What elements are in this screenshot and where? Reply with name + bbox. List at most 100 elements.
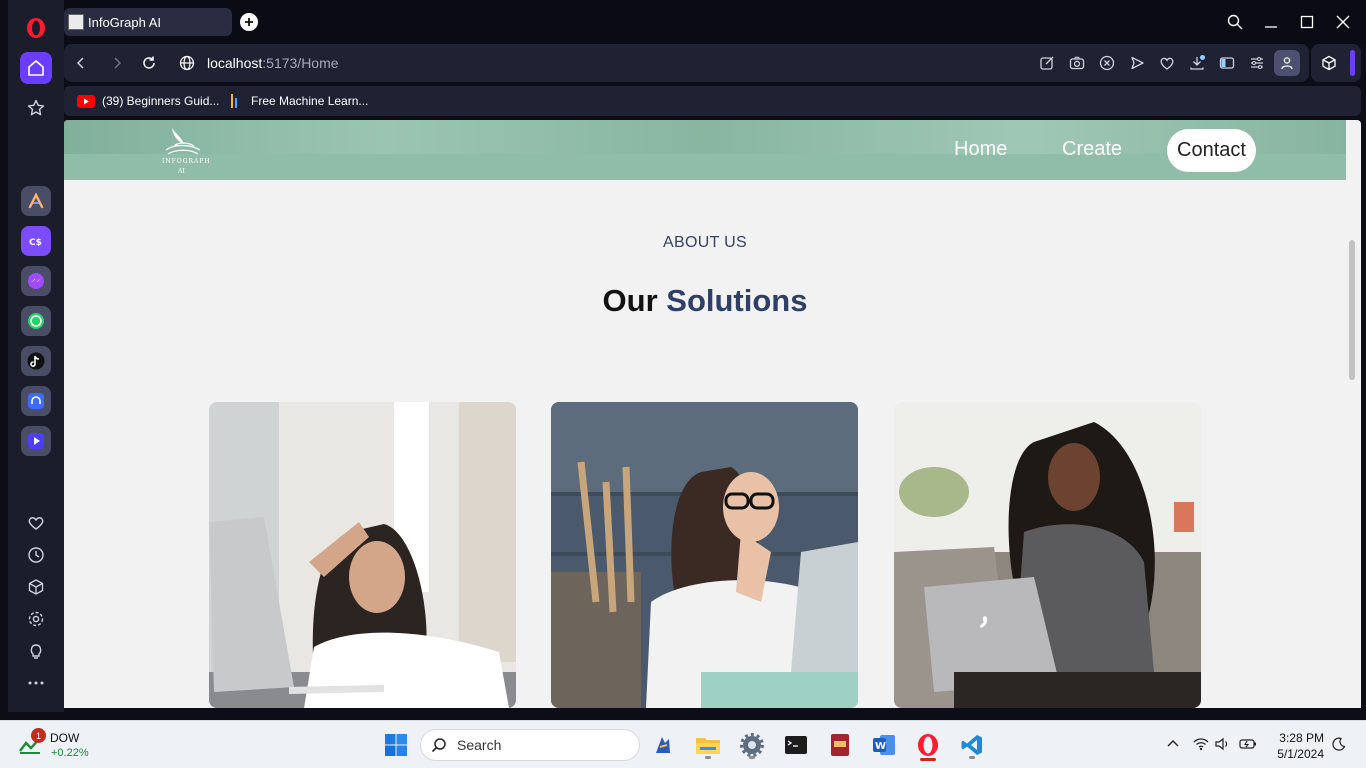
solution-card-3[interactable] (894, 402, 1201, 708)
tiktok-icon[interactable] (21, 346, 51, 376)
solution-card-1[interactable] (209, 402, 516, 708)
extensions-panel (1311, 44, 1361, 82)
battery-icon[interactable] (1239, 735, 1257, 753)
svg-text:C$: C$ (29, 238, 42, 248)
nav-contact[interactable]: Contact (1167, 129, 1256, 172)
bookmark-label: Free Machine Learn... (251, 94, 369, 108)
accent-indicator (1350, 50, 1355, 76)
reload-icon[interactable] (139, 53, 159, 73)
terminal-icon[interactable] (780, 729, 812, 761)
cs-app-icon[interactable]: C$ (21, 226, 51, 256)
active-indicator (920, 758, 936, 761)
bookmark-machine-learning[interactable]: Free Machine Learn... (230, 93, 368, 109)
close-icon[interactable] (1331, 10, 1355, 34)
infograph-logo-icon[interactable] (160, 124, 212, 178)
edit-note-icon[interactable] (1037, 53, 1057, 73)
settings-gear-icon[interactable] (20, 605, 52, 633)
word-icon[interactable]: W (868, 729, 900, 761)
more-options-icon[interactable] (20, 669, 52, 697)
nav-create[interactable]: Create (1062, 138, 1122, 161)
tab-favicon-icon (68, 14, 84, 30)
bookmark-heart-icon[interactable] (1157, 53, 1177, 73)
widget-ticker[interactable]: DOW (50, 731, 79, 745)
music-player-icon[interactable] (21, 386, 51, 416)
site-header: INFOGRAPH AI Home Create Contact (64, 120, 1346, 180)
opera-taskbar-icon[interactable] (912, 729, 944, 761)
volume-icon[interactable] (1214, 735, 1232, 753)
heart-icon[interactable] (20, 509, 52, 537)
svg-text:W: W (875, 741, 886, 752)
bookmarks-bar: (39) Beginners Guid... Free Machine Lear… (64, 86, 1361, 116)
back-arrow-icon[interactable] (71, 53, 91, 73)
heading-accent: Solutions (666, 283, 808, 318)
easy-setup-icon[interactable] (1247, 53, 1267, 73)
windows-start-icon[interactable] (380, 729, 412, 761)
card-photo-woman-glasses-thinking (551, 402, 858, 708)
logo-subtext: AI (178, 168, 185, 175)
bible-app-icon[interactable] (824, 729, 856, 761)
wifi-icon[interactable] (1192, 735, 1210, 753)
camera-snapshot-icon[interactable] (1067, 53, 1087, 73)
search-tabs-icon[interactable] (1223, 10, 1247, 34)
windows-taskbar: 1 DOW +0.22% Search W 3:28 PM 5/1/2024 (0, 720, 1366, 768)
minimize-icon[interactable] (1259, 10, 1283, 34)
notification-badge: 1 (31, 728, 46, 743)
logo-text: INFOGRAPH (162, 158, 211, 165)
opera-sidebar: C$ (8, 0, 64, 712)
url-path: :5173/Home (262, 55, 339, 71)
tab-bar: InfoGraph AI (64, 0, 1366, 44)
clock-date: 5/1/2024 (1277, 747, 1324, 761)
solution-card-2[interactable] (551, 402, 858, 708)
vscode-icon[interactable] (956, 729, 988, 761)
profile-avatar-icon[interactable] (1274, 50, 1300, 76)
url-field[interactable]: localhost:5173/Home (207, 55, 339, 71)
nav-home[interactable]: Home (954, 138, 1007, 161)
history-icon[interactable] (20, 541, 52, 569)
url-host: localhost (207, 55, 263, 71)
opera-logo-icon[interactable] (20, 12, 52, 44)
running-indicator (969, 756, 975, 759)
card-photo-woman-laptop-smiling (894, 402, 1201, 708)
settings-icon[interactable] (736, 729, 768, 761)
taskbar-search[interactable]: Search (420, 729, 640, 761)
widget-change: +0.22% (51, 747, 89, 759)
web-page: INFOGRAPH AI Home Create Contact ABOUT U… (64, 120, 1361, 708)
heading-prefix: Our (602, 283, 658, 318)
extensions-icon[interactable] (1319, 53, 1339, 73)
tab-infograph[interactable]: InfoGraph AI (64, 8, 232, 36)
file-explorer-icon[interactable] (692, 729, 724, 761)
messenger-icon[interactable] (21, 266, 51, 296)
section-heading: Our Solutions (64, 283, 1346, 319)
inkscape-icon[interactable] (647, 729, 679, 761)
tab-title: InfoGraph AI (88, 14, 161, 30)
clock-time: 3:28 PM (1279, 731, 1324, 745)
youtube-icon (77, 94, 95, 108)
home-icon[interactable] (20, 52, 52, 84)
tray-chevron-up-icon[interactable] (1164, 735, 1182, 753)
page-scrollbar[interactable] (1349, 240, 1355, 380)
aria-app-icon[interactable] (21, 186, 51, 216)
lightbulb-icon[interactable] (20, 637, 52, 665)
running-indicator (749, 756, 755, 759)
header-background (64, 120, 1346, 154)
star-icon[interactable] (20, 92, 52, 124)
bookmark-youtube[interactable]: (39) Beginners Guid... (77, 93, 219, 109)
whatsapp-icon[interactable] (21, 306, 51, 336)
section-label: ABOUT US (663, 234, 747, 251)
maximize-icon[interactable] (1295, 10, 1319, 34)
running-indicator (705, 756, 711, 759)
sidebar-toggle-icon[interactable] (1217, 53, 1237, 73)
send-flow-icon[interactable] (1127, 53, 1147, 73)
ad-blocker-icon[interactable] (1097, 53, 1117, 73)
system-clock[interactable]: 3:28 PM 5/1/2024 (1272, 730, 1324, 762)
extensions-cube-icon[interactable] (20, 573, 52, 601)
forward-arrow-icon[interactable] (107, 53, 127, 73)
bookmark-label: (39) Beginners Guid... (102, 94, 220, 108)
address-bar: localhost:5173/Home (64, 44, 1309, 82)
player-app-icon[interactable] (21, 426, 51, 456)
new-tab-plus-icon[interactable] (240, 13, 258, 31)
globe-icon (177, 53, 197, 73)
search-icon (431, 738, 446, 753)
downloads-icon[interactable] (1187, 53, 1207, 73)
do-not-disturb-moon-icon[interactable] (1330, 735, 1348, 753)
